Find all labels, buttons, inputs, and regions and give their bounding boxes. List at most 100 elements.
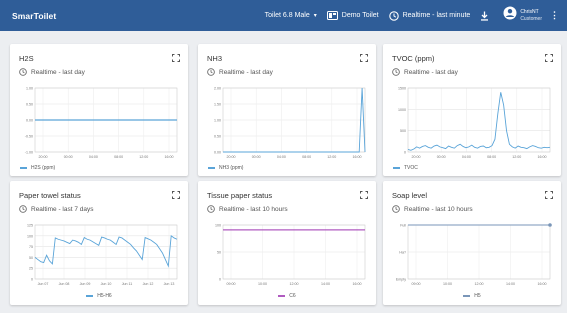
x-tick-label: 14:00 — [321, 282, 330, 286]
widget-timewindow-label: Realtime - last day — [31, 68, 85, 76]
y-tick-label: 0.50 — [214, 135, 221, 139]
x-tick-label: Jun 12 — [143, 282, 154, 286]
x-tick-label: Jun 13 — [164, 282, 175, 286]
legend-swatch — [208, 167, 215, 169]
paper-towel-card: Paper towel status Realtime - last 7 days… — [10, 181, 188, 305]
timewindow-button[interactable]: Realtime - last minute — [388, 10, 471, 21]
y-tick-label: 100 — [27, 234, 33, 238]
x-tick-label: 12:00 — [327, 155, 336, 159]
x-tick-label: Jun 11 — [122, 282, 133, 286]
y-tick-label: 50 — [29, 256, 33, 260]
dashboard-label: Demo Toilet — [341, 12, 379, 19]
chart-legend[interactable]: H2S (ppm) — [20, 165, 55, 171]
clock-icon — [392, 68, 400, 76]
account-icon — [503, 6, 517, 25]
x-tick-label: 16:00 — [353, 155, 362, 159]
nh3-card: NH3 Realtime - last day 2.00 1.50 1.00 0.50 0.… — [198, 44, 376, 176]
timewindow-label: Realtime - last minute — [402, 12, 471, 19]
widget-timewindow[interactable]: Realtime - last day — [19, 68, 85, 76]
fullscreen-icon[interactable] — [545, 54, 553, 62]
x-tick-label: Jun 10 — [101, 282, 112, 286]
chart-legend[interactable]: NH3 (ppm) — [208, 165, 243, 171]
chart-legend[interactable]: TVOC — [393, 165, 418, 171]
x-tick-label: 12:00 — [475, 282, 484, 286]
dashboard-button[interactable]: Demo Toilet — [326, 11, 379, 20]
plot-frame — [407, 87, 551, 153]
chart-plot: 2.00 1.50 1.00 0.50 0.00 20:00 00:00 04:00 08:00… — [214, 87, 366, 159]
toilet-selector[interactable]: Toilet 6.8 Male ▾ — [265, 12, 317, 19]
chart-legend[interactable]: H5 — [383, 293, 561, 299]
y-tick-label: 25 — [29, 267, 33, 271]
widget-timewindow[interactable]: Realtime - last 7 days — [19, 205, 94, 213]
tvoc-card: TVOC (ppm) Realtime - last day 1500 1000 500… — [383, 44, 561, 176]
x-tick-label: 00:00 — [252, 155, 261, 159]
chart-legend[interactable]: H5-H6 — [10, 293, 188, 299]
fullscreen-icon[interactable] — [545, 191, 553, 199]
clock-icon — [19, 68, 27, 76]
x-tick-label: 10:00 — [443, 282, 452, 286]
fullscreen-icon[interactable] — [360, 191, 368, 199]
x-tick-label: 04:00 — [277, 155, 286, 159]
widget-title: Tissue paper status — [207, 191, 273, 200]
x-tick-label: 20:00 — [227, 155, 236, 159]
y-tick-label: 0.50 — [26, 103, 33, 107]
soap-level-card: Soap level Realtime - last 10 hours Full Ha… — [383, 181, 561, 305]
widget-timewindow[interactable]: Realtime - last 10 hours — [207, 205, 288, 213]
y-tick-label: 50 — [217, 251, 221, 255]
x-tick-label: 00:00 — [437, 155, 446, 159]
legend-label: H2S (ppm) — [31, 165, 56, 171]
fullscreen-icon[interactable] — [360, 54, 368, 62]
x-tick-label: Jun 08 — [59, 282, 70, 286]
x-tick-label: 04:00 — [89, 155, 98, 159]
widget-title: Soap level — [392, 191, 428, 200]
user-menu[interactable]: ChrisNT Customer — [503, 6, 542, 25]
chart-plot: 1500 1000 500 0 20:00 00:00 04:00 08:00 12:00 16:… — [398, 87, 551, 159]
app-title[interactable]: SmarToilet — [12, 11, 56, 21]
y-tick-label: 125 — [27, 224, 33, 228]
x-tick-label: 16:00 — [538, 282, 547, 286]
x-tick-label: 16:00 — [165, 155, 174, 159]
widget-timewindow-label: Realtime - last 7 days — [31, 205, 94, 213]
widget-title: NH3 — [207, 54, 223, 63]
chart-legend[interactable]: C6 — [198, 293, 376, 299]
dashboard-icon — [326, 11, 338, 20]
chart-plot: 100 50 0 09:00 10:00 12:00 14:00 16:00 — [215, 224, 366, 286]
x-tick-label: 04:00 — [462, 155, 471, 159]
x-tick-label: Jun 09 — [80, 282, 91, 286]
y-tick-label: Ha? — [399, 251, 406, 255]
y-tick-label: 75 — [29, 245, 33, 249]
y-tick-label: 1.00 — [214, 119, 221, 123]
widget-title: TVOC (ppm) — [392, 54, 435, 63]
y-tick-label: 1.00 — [26, 87, 33, 91]
download-button[interactable] — [480, 11, 493, 21]
x-tick-label: Jun 07 — [38, 282, 49, 286]
legend-label: C6 — [289, 293, 296, 299]
x-tick-label: 00:00 — [64, 155, 73, 159]
x-tick-label: 20:00 — [39, 155, 48, 159]
data-point[interactable] — [548, 223, 552, 227]
x-tick-label: 09:00 — [412, 282, 421, 286]
clock-icon — [207, 205, 215, 213]
widget-timewindow[interactable]: Realtime - last day — [392, 68, 458, 76]
widget-timewindow[interactable]: Realtime - last day — [207, 68, 273, 76]
x-tick-label: 16:00 — [353, 282, 362, 286]
y-tick-label: 0 — [31, 278, 33, 282]
y-tick-label: Full — [400, 224, 406, 228]
series-line[interactable] — [407, 92, 551, 151]
x-tick-label: 12:00 — [290, 282, 299, 286]
legend-swatch — [20, 167, 27, 169]
fullscreen-icon[interactable] — [172, 191, 180, 199]
chart-plot: 1.00 0.50 0.00 -0.50 -1.00 20:00 00:00 04:00 08:… — [25, 87, 178, 159]
x-tick-label: 08:00 — [302, 155, 311, 159]
top-app-bar: SmarToilet Toilet 6.8 Male ▾ Demo Toilet… — [0, 0, 567, 31]
fullscreen-icon[interactable] — [172, 54, 180, 62]
chart-plot: 125 100 75 50 25 0 Jun 07 Jun 08 Jun 09 Jun 10 Jun… — [27, 224, 178, 286]
y-tick-label: 100 — [215, 224, 221, 228]
more-vert-icon[interactable]: ⋮ — [550, 11, 559, 20]
h2s-card: H2S Realtime - last day 1.00 0.50 0.00 -0.50 -… — [10, 44, 188, 176]
user-role: Customer — [520, 15, 542, 22]
clock-icon — [207, 68, 215, 76]
legend-swatch — [463, 295, 471, 297]
x-tick-label: 14:00 — [506, 282, 515, 286]
widget-timewindow[interactable]: Realtime - last 10 hours — [392, 205, 473, 213]
